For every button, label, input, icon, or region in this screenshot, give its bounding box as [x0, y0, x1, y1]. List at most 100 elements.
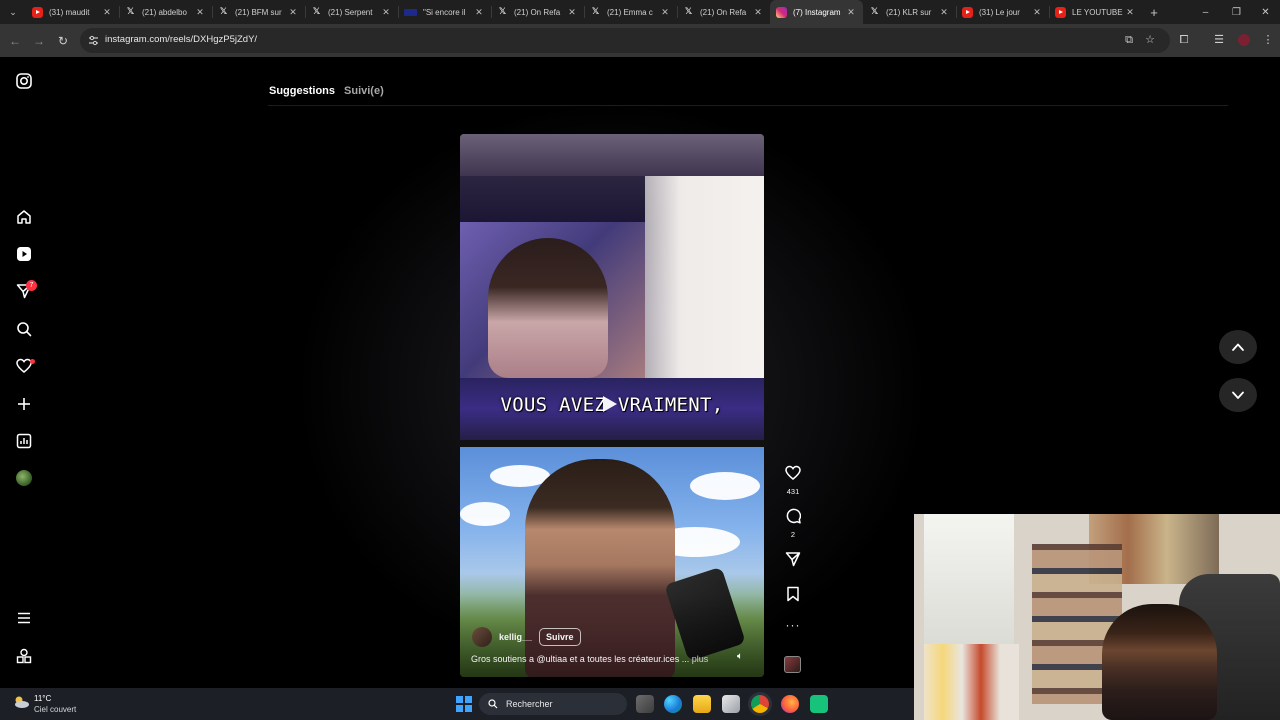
- bookmark-icon[interactable]: [785, 586, 801, 602]
- author-avatar[interactable]: [472, 627, 492, 647]
- bookmark-star-icon[interactable]: ☆: [1142, 32, 1158, 48]
- extensions-puzzle-icon[interactable]: ⧠: [1176, 32, 1192, 48]
- save-button[interactable]: [782, 586, 804, 607]
- file-explorer-icon[interactable]: [693, 695, 711, 713]
- tab-title: (31) maudit: [49, 7, 90, 17]
- tab-suggestions[interactable]: Suggestions: [269, 85, 335, 97]
- restore-icon[interactable]: ❐: [1221, 0, 1252, 24]
- tab-close-icon[interactable]: ✕: [845, 7, 857, 18]
- tab-close-icon[interactable]: ✕: [659, 7, 671, 18]
- comment-button[interactable]: 2: [782, 508, 804, 539]
- tab-title: (21) BFM sur: [235, 7, 282, 17]
- notification-dot: [30, 359, 35, 364]
- tab-close-icon[interactable]: ✕: [473, 7, 485, 18]
- browser-tab[interactable]: 𝕏 (21) KLR sur ✕: [863, 0, 956, 24]
- tab-groups-icon[interactable]: ☰: [1211, 32, 1227, 48]
- comment-icon[interactable]: [785, 508, 802, 524]
- tab-title: (7) Instagram: [793, 7, 841, 17]
- browser-tab[interactable]: (31) maudit ✕: [26, 0, 119, 24]
- browser-tab[interactable]: 𝕏 (21) Serpent ✕: [305, 0, 398, 24]
- store-icon[interactable]: [722, 695, 740, 713]
- tab-close-icon[interactable]: ✕: [1124, 7, 1136, 18]
- like-heart-icon[interactable]: [785, 465, 801, 481]
- also-from-meta-icon[interactable]: [14, 646, 34, 666]
- chrome-icon[interactable]: [751, 695, 769, 713]
- app-icon[interactable]: [810, 695, 828, 713]
- back-arrow-icon[interactable]: ←: [6, 32, 24, 50]
- reload-icon[interactable]: ↻: [54, 32, 72, 50]
- author-username[interactable]: kellig__: [499, 632, 532, 642]
- x-icon: 𝕏: [870, 7, 879, 17]
- volume-icon[interactable]: 🔈︎: [737, 651, 743, 662]
- tab-close-icon[interactable]: ✕: [752, 7, 764, 18]
- browser-tab[interactable]: 𝕏 (21) On Refa ✕: [491, 0, 584, 24]
- next-reel-button[interactable]: [1219, 378, 1257, 412]
- reel-caption-text: Gros soutiens a @ultiaa et a toutes les …: [471, 654, 690, 664]
- share-icon[interactable]: [785, 551, 801, 567]
- youtube-icon: [32, 6, 43, 18]
- like-button[interactable]: 431: [782, 465, 804, 496]
- create-plus-icon[interactable]: [14, 394, 34, 414]
- tabs-container: (31) maudit ✕ 𝕏 (21) abdelbo ✕ 𝕏 (21) BFM sur ✕…: [26, 0, 1142, 24]
- webcam-person: [1102, 604, 1217, 720]
- dashboard-icon[interactable]: [14, 431, 34, 451]
- browser-tab[interactable]: 𝕏 (21) abdelbo ✕: [119, 0, 212, 24]
- profile-avatar[interactable]: [14, 468, 34, 488]
- weather-temperature[interactable]: 11°C: [34, 694, 51, 703]
- tab-close-icon[interactable]: ✕: [101, 7, 113, 18]
- windows-start-icon[interactable]: [456, 696, 472, 712]
- edge-icon[interactable]: [664, 695, 682, 713]
- more-menu-icon[interactable]: [14, 608, 34, 628]
- firefox-icon[interactable]: [781, 695, 799, 713]
- search-icon[interactable]: [14, 319, 34, 339]
- reel-video[interactable]: VOUS AVEZ VRAIMENT, kellig__ Suivre Gros…: [460, 134, 764, 677]
- share-button[interactable]: [782, 551, 804, 572]
- play-icon[interactable]: [603, 396, 617, 412]
- x-icon: 𝕏: [312, 7, 321, 17]
- audio-thumbnail[interactable]: [784, 656, 801, 673]
- news-icon: [404, 8, 417, 16]
- x-icon: 𝕏: [219, 7, 228, 17]
- tab-close-icon[interactable]: ✕: [566, 7, 578, 18]
- browser-tab[interactable]: 𝕏 (21) BFM sur ✕: [212, 0, 305, 24]
- install-app-icon[interactable]: ⧉: [1121, 32, 1137, 48]
- tab-following[interactable]: Suivi(e): [344, 85, 384, 97]
- minimize-icon[interactable]: –: [1190, 0, 1221, 24]
- tab-close-icon[interactable]: ✕: [938, 7, 950, 18]
- taskbar-search-placeholder: Rechercher: [506, 699, 553, 709]
- browser-tab[interactable]: "Si encore il ✕: [398, 0, 491, 24]
- tab-search-chevron-icon[interactable]: ⌄: [0, 0, 26, 24]
- site-settings-icon[interactable]: [88, 35, 99, 46]
- tab-close-icon[interactable]: ✕: [380, 7, 392, 18]
- address-bar[interactable]: instagram.com/reels/DXHgzP5jZdY/: [80, 28, 1170, 53]
- browser-tab[interactable]: 𝕏 (21) On Refa ✕: [677, 0, 770, 24]
- url-text[interactable]: instagram.com/reels/DXHgzP5jZdY/: [105, 34, 257, 45]
- reel-top-panel: VOUS AVEZ VRAIMENT,: [460, 134, 764, 440]
- tab-title: (21) Serpent: [328, 7, 373, 17]
- previous-reel-button[interactable]: [1219, 330, 1257, 364]
- task-view-icon[interactable]: [636, 695, 654, 713]
- weather-description[interactable]: Ciel couvert: [34, 705, 76, 714]
- tab-close-icon[interactable]: ✕: [1031, 7, 1043, 18]
- tab-close-icon[interactable]: ✕: [194, 7, 206, 18]
- chrome-menu-icon[interactable]: ⋮: [1260, 32, 1276, 48]
- home-icon[interactable]: [14, 207, 34, 227]
- tab-title: (21) On Refa: [514, 7, 561, 17]
- caption-more-link[interactable]: plus: [692, 654, 709, 664]
- more-options-icon[interactable]: ···: [782, 618, 804, 632]
- browser-tab[interactable]: (7) Instagram ✕: [770, 0, 863, 24]
- reels-icon[interactable]: [14, 244, 34, 264]
- close-window-icon[interactable]: ✕: [1250, 0, 1280, 24]
- browser-tab[interactable]: LE YOUTUBE ✕: [1049, 0, 1142, 24]
- taskbar-search[interactable]: Rechercher: [479, 693, 627, 715]
- tab-strip: ⌄ (31) maudit ✕ 𝕏 (21) abdelbo ✕ 𝕏 (21) BFM su…: [0, 0, 1280, 24]
- tab-close-icon[interactable]: ✕: [287, 7, 299, 18]
- browser-tab[interactable]: 𝕏 (21) Emma c ✕: [584, 0, 677, 24]
- follow-button[interactable]: Suivre: [539, 628, 581, 646]
- browser-tab[interactable]: (31) Le jour ✕: [956, 0, 1049, 24]
- instagram-logo-icon[interactable]: [14, 71, 34, 91]
- profile-avatar[interactable]: [1236, 32, 1252, 48]
- weather-cloud-icon[interactable]: [12, 695, 30, 709]
- new-tab-plus-icon[interactable]: +: [1142, 5, 1166, 20]
- forward-arrow-icon[interactable]: →: [30, 32, 48, 50]
